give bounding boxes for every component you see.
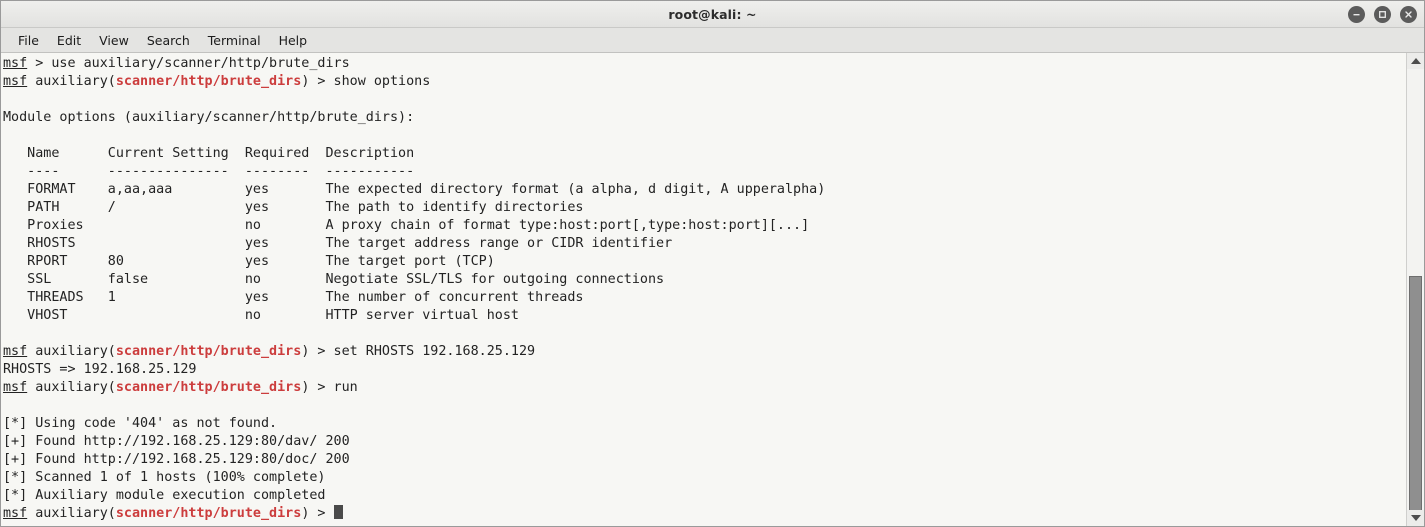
terminal-line: [*] Using code '404' as not found. (3, 416, 278, 431)
prompt-label: msf (3, 56, 28, 71)
terminal-command: > set RHOSTS 192.168.25.129 (309, 344, 536, 359)
terminal-line: FORMAT a,aa,aaa yes The expected directo… (3, 182, 826, 197)
terminal-line: msf auxiliary(scanner/http/brute_dirs) >… (3, 379, 1406, 397)
title-bar: root@kali: ~ (1, 1, 1424, 28)
menu-item-file[interactable]: File (9, 31, 48, 50)
text-cursor (333, 505, 343, 519)
terminal-line: [*] Scanned 1 of 1 hosts (100% complete) (3, 470, 326, 485)
prompt-auxiliary-text: auxiliary( (27, 506, 116, 521)
prompt-auxiliary-text: auxiliary( (27, 344, 116, 359)
menu-item-view[interactable]: View (90, 31, 138, 50)
scrollbar-thumb[interactable] (1409, 276, 1422, 519)
prompt-module-path: scanner/http/brute_dirs (115, 344, 302, 359)
terminal-window: root@kali: ~ File Edit View Search Termi… (0, 0, 1425, 527)
prompt-label: msf (3, 506, 28, 521)
prompt-auxiliary-text: auxiliary( (27, 380, 116, 395)
triangle-down-icon (1410, 515, 1421, 521)
terminal-line: SSL false no Negotiate SSL/TLS for outgo… (3, 272, 665, 287)
terminal-output[interactable]: msf > use auxiliary/scanner/http/brute_d… (1, 53, 1406, 526)
minimize-button[interactable] (1348, 6, 1365, 23)
window-title: root@kali: ~ (668, 6, 757, 22)
terminal-line: [*] Auxiliary module execution completed (3, 488, 326, 503)
prompt-label: msf (3, 380, 28, 395)
terminal-line: Module options (auxiliary/scanner/http/b… (3, 110, 415, 125)
menu-item-search[interactable]: Search (138, 31, 199, 50)
terminal-command: > use auxiliary/scanner/http/brute_dirs (27, 56, 350, 71)
menu-item-help[interactable]: Help (270, 31, 317, 50)
terminal-line: Name Current Setting Required Descriptio… (3, 146, 415, 161)
terminal-line: PATH / yes The path to identify director… (3, 200, 584, 215)
prompt-module-path: scanner/http/brute_dirs (115, 74, 302, 89)
terminal-line: THREADS 1 yes The number of concurrent t… (3, 290, 584, 305)
terminal-command: > run (309, 380, 358, 395)
menu-item-terminal[interactable]: Terminal (199, 31, 270, 50)
terminal-line: msf auxiliary(scanner/http/brute_dirs) >… (3, 343, 1406, 361)
terminal-area: msf > use auxiliary/scanner/http/brute_d… (1, 53, 1424, 526)
terminal-line: ---- --------------- -------- ----------… (3, 164, 415, 179)
terminal-line: [+] Found http://192.168.25.129:80/doc/ … (3, 452, 350, 467)
menu-bar: File Edit View Search Terminal Help (1, 28, 1424, 53)
prompt-label: msf (3, 74, 28, 89)
menu-item-edit[interactable]: Edit (48, 31, 90, 50)
prompt-auxiliary-text: auxiliary( (27, 74, 116, 89)
terminal-line: msf > use auxiliary/scanner/http/brute_d… (3, 55, 1406, 73)
terminal-command: > (309, 506, 334, 521)
close-button[interactable] (1400, 6, 1417, 23)
scroll-down-icon[interactable] (1407, 510, 1424, 526)
terminal-line: RHOSTS yes The target address range or C… (3, 236, 673, 251)
terminal-line: Proxies no A proxy chain of format type:… (3, 218, 810, 233)
terminal-line: [+] Found http://192.168.25.129:80/dav/ … (3, 434, 350, 449)
window-controls (1348, 1, 1417, 28)
prompt-module-path: scanner/http/brute_dirs (115, 506, 302, 521)
prompt-module-path: scanner/http/brute_dirs (115, 380, 302, 395)
terminal-line: msf auxiliary(scanner/http/brute_dirs) >… (3, 73, 1406, 91)
terminal-scrollbar[interactable] (1406, 53, 1424, 526)
terminal-command: > show options (309, 74, 431, 89)
prompt-label: msf (3, 344, 28, 359)
terminal-line: RHOSTS => 192.168.25.129 (3, 362, 197, 377)
terminal-line: msf auxiliary(scanner/http/brute_dirs) > (3, 505, 1406, 523)
maximize-button[interactable] (1374, 6, 1391, 23)
scrollbar-track[interactable] (1407, 69, 1424, 519)
terminal-line: VHOST no HTTP server virtual host (3, 308, 519, 323)
terminal-line: RPORT 80 yes The target port (TCP) (3, 254, 495, 269)
scroll-up-icon[interactable] (1407, 53, 1424, 69)
triangle-up-icon (1410, 58, 1421, 64)
